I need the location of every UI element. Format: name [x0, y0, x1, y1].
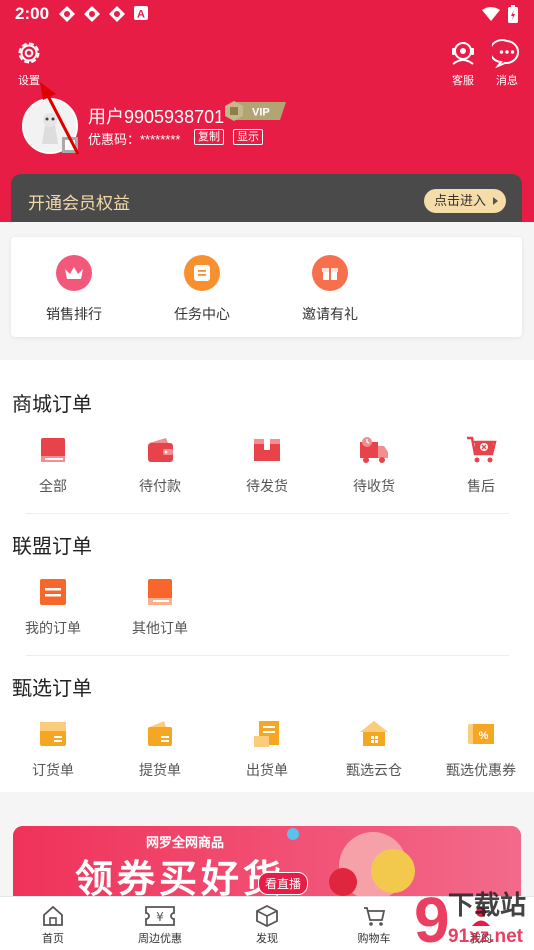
select-coupon-item[interactable]: % 甄选优惠券 — [431, 718, 531, 780]
invite-gift-item[interactable]: 邀请有礼 — [280, 255, 380, 324]
username: 用户9905938701 — [88, 107, 225, 127]
svg-text:A: A — [137, 9, 145, 21]
annotation-arrow-icon — [40, 82, 80, 155]
quick-label: 任务中心 — [174, 306, 230, 322]
messages-button[interactable]: 消息 — [490, 38, 524, 88]
order-label: 甄选云仓 — [346, 762, 402, 778]
bag-icon — [148, 721, 172, 746]
warehouse-icon — [360, 721, 388, 746]
order-label: 出货单 — [246, 762, 288, 778]
svg-text:¥: ¥ — [156, 910, 164, 924]
order-to-ship-item[interactable]: 待发货 — [217, 434, 317, 496]
order-label: 我的订单 — [25, 620, 81, 636]
headset-icon — [452, 42, 474, 65]
my-orders-item[interactable]: 我的订单 — [3, 576, 103, 638]
app-notification-icon — [83, 5, 101, 23]
task-center-item[interactable]: 任务中心 — [152, 255, 252, 324]
document-icon — [254, 721, 279, 747]
chat-bubble-icon — [492, 39, 519, 68]
order-label: 售后 — [467, 478, 495, 494]
gear-icon — [18, 42, 40, 64]
vip-badge: VIP — [225, 101, 286, 121]
member-title: 开通会员权益 — [28, 194, 130, 213]
order-label: 订货单 — [32, 762, 74, 778]
cloud-warehouse-item[interactable]: 甄选云仓 — [324, 718, 424, 780]
crown-icon — [56, 255, 92, 291]
show-button[interactable]: 显示 — [233, 129, 263, 145]
status-bar: 2:00 A — [0, 0, 534, 28]
order-label: 其他订单 — [132, 620, 188, 636]
gift-icon — [312, 255, 348, 291]
yen-ticket-icon: ¥ — [145, 906, 175, 926]
site-watermark: 9 下载站 91xz.net — [414, 884, 526, 950]
task-icon — [184, 255, 220, 291]
service-label: 客服 — [452, 75, 474, 87]
divider — [26, 513, 509, 514]
order-label: 全部 — [39, 478, 67, 494]
nav-label: 发现 — [256, 933, 278, 945]
order-unpaid-item[interactable]: 待付款 — [110, 434, 210, 496]
svg-text:9: 9 — [414, 884, 450, 950]
watch-live-button[interactable]: 看直播 — [258, 872, 309, 895]
nav-nearby-deals[interactable]: ¥ 周边优惠 — [120, 905, 200, 946]
quick-actions-card: 销售排行 任务中心 邀请有礼 — [11, 237, 522, 337]
shipping-order-item[interactable]: 出货单 — [217, 718, 317, 780]
select-orders-title: 甄选订单 — [12, 678, 92, 700]
watermark-url: 91xz.net — [448, 926, 524, 947]
nav-label: 周边优惠 — [138, 933, 182, 945]
coupon-icon: % — [468, 724, 494, 744]
book-icon — [41, 438, 65, 462]
order-label: 待付款 — [139, 478, 181, 494]
cube-icon — [256, 905, 278, 927]
other-orders-item[interactable]: 其他订单 — [110, 576, 210, 638]
order-label: 甄选优惠券 — [446, 762, 516, 778]
battery-icon — [508, 5, 518, 28]
quick-label: 邀请有礼 — [302, 306, 358, 322]
nav-label: 首页 — [42, 933, 64, 945]
order-label: 提货单 — [139, 762, 181, 778]
status-time: 2:00 — [15, 4, 50, 23]
delivery-truck-icon — [360, 437, 388, 463]
wifi-icon — [482, 7, 500, 26]
quick-label: 销售排行 — [46, 306, 102, 322]
vip-text: VIP — [252, 107, 270, 119]
member-benefits-banner[interactable]: 开通会员权益 点击进入 — [11, 174, 522, 222]
nav-cart[interactable]: 购物车 — [334, 905, 414, 946]
list-icon — [40, 579, 66, 605]
nav-label: 购物车 — [357, 933, 391, 945]
a-notification-icon: A — [133, 5, 151, 23]
divider — [26, 655, 509, 656]
home-icon — [43, 905, 63, 926]
nav-home[interactable]: 首页 — [13, 905, 93, 946]
order-after-sale-item[interactable]: 售后 — [431, 434, 531, 496]
order-label: 待收货 — [353, 478, 395, 494]
messages-label: 消息 — [496, 75, 518, 87]
folder-icon — [40, 722, 66, 746]
package-icon — [254, 439, 280, 461]
sales-ranking-item[interactable]: 销售排行 — [24, 255, 124, 324]
order-to-receive-item[interactable]: 待收货 — [324, 434, 424, 496]
watermark-text: 下载站 — [448, 891, 526, 921]
order-all-item[interactable]: 全部 — [3, 434, 103, 496]
alliance-orders-title: 联盟订单 — [12, 536, 92, 558]
app-notification-icon — [58, 5, 76, 23]
mall-orders-title: 商城订单 — [12, 394, 92, 416]
enter-button[interactable]: 点击进入 — [424, 189, 506, 213]
book-icon — [148, 579, 172, 605]
shopping-cart-icon — [467, 436, 497, 463]
order-label: 待发货 — [246, 478, 288, 494]
copy-button[interactable]: 复制 — [194, 129, 224, 145]
nav-discover[interactable]: 发现 — [227, 905, 307, 946]
banner-title: 领券买好货 — [75, 859, 286, 901]
svg-text:%: % — [479, 730, 489, 742]
wallet-icon — [148, 438, 173, 462]
customer-service-button[interactable]: 客服 — [446, 38, 480, 88]
coupon-code: 优惠码：******** — [88, 132, 181, 147]
orders-panel: 商城订单 全部 待付款 待发货 待收货 售后 联盟订单 我的订单 其他订单 甄选… — [0, 360, 534, 792]
pickup-order-item[interactable]: 提货单 — [110, 718, 210, 780]
purchase-order-item[interactable]: 订货单 — [3, 718, 103, 780]
cart-icon — [364, 907, 386, 926]
app-notification-icon — [108, 5, 126, 23]
